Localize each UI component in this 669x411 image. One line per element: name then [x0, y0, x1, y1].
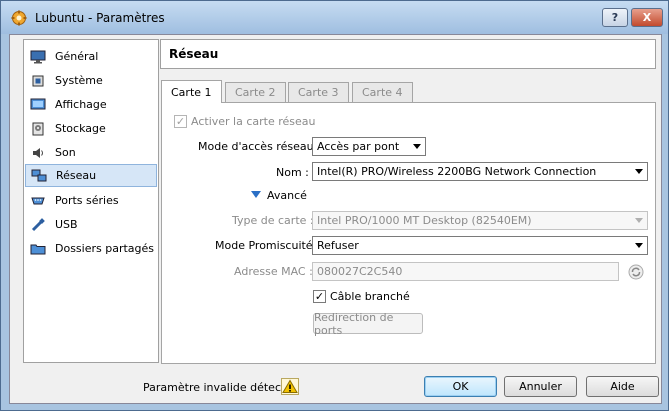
display-icon — [29, 97, 47, 113]
sidebar-item-audio[interactable]: Son — [25, 141, 157, 164]
access-mode-label: Mode d'accès réseau : — [198, 140, 321, 153]
sidebar-item-label: USB — [55, 218, 78, 231]
advanced-toggle[interactable]: Avancé — [267, 189, 307, 202]
sidebar-item-system[interactable]: Système — [25, 69, 157, 92]
sidebar-item-label: Son — [55, 146, 76, 159]
page-title: Réseau — [169, 47, 219, 61]
settings-window: Lubuntu - Paramètres ? X Général Système — [0, 0, 669, 411]
tab-carte-3[interactable]: Carte 3 — [288, 82, 349, 102]
usb-icon — [29, 217, 47, 233]
name-label: Nom : — [276, 166, 309, 179]
enable-adapter-checkbox[interactable]: ✓ — [174, 115, 187, 128]
sidebar-item-serial-ports[interactable]: Ports séries — [25, 189, 157, 212]
chevron-down-icon — [635, 218, 643, 223]
sidebar-item-usb[interactable]: USB — [25, 213, 157, 236]
expand-arrow-icon[interactable] — [251, 191, 261, 198]
access-mode-value: Accès par pont — [317, 140, 400, 153]
cable-connected-checkbox[interactable]: ✓ — [313, 290, 326, 303]
storage-icon — [29, 121, 47, 137]
mac-address-field[interactable]: 080027C2C540 — [312, 262, 619, 281]
refresh-mac-icon[interactable] — [628, 264, 644, 280]
enable-adapter-label: Activer la carte réseau — [191, 115, 316, 128]
serial-port-icon — [29, 193, 47, 209]
access-mode-select[interactable]: Accès par pont — [312, 137, 426, 156]
sidebar-item-label: Ports séries — [55, 194, 119, 207]
virtualbox-app-icon — [11, 10, 27, 26]
mac-address-label: Adresse MAC : — [234, 265, 313, 278]
chip-icon — [29, 73, 47, 89]
sidebar-item-general[interactable]: Général — [25, 45, 157, 68]
close-button[interactable]: X — [631, 8, 663, 27]
sidebar-item-label: Réseau — [56, 169, 97, 182]
settings-sidebar: Général Système Affichage Stockage Son R… — [23, 39, 159, 363]
tab-carte-2[interactable]: Carte 2 — [225, 82, 286, 102]
sidebar-item-label: Système — [55, 74, 103, 87]
sidebar-item-network[interactable]: Réseau — [25, 164, 157, 187]
help-button[interactable]: Aide — [586, 376, 659, 397]
help-title-button[interactable]: ? — [602, 8, 628, 27]
promiscuous-label: Mode Promiscuité : — [215, 239, 320, 252]
cancel-button[interactable]: Annuler — [504, 376, 577, 397]
dialog-client-area: Général Système Affichage Stockage Son R… — [9, 34, 662, 404]
monitor-icon — [29, 49, 47, 65]
chevron-down-icon — [413, 144, 421, 149]
sidebar-item-label: Général — [55, 50, 99, 63]
sidebar-item-shared-folders[interactable]: Dossiers partagés — [25, 237, 157, 260]
adapter-type-select[interactable]: Intel PRO/1000 MT Desktop (82540EM) — [312, 211, 648, 230]
network-tab-panel: ✓ Activer la carte réseau Mode d'accès r… — [161, 102, 656, 364]
window-title: Lubuntu - Paramètres — [35, 11, 165, 25]
title-bar[interactable]: Lubuntu - Paramètres ? X — [1, 1, 668, 34]
sidebar-item-label: Dossiers partagés — [55, 242, 155, 255]
folder-icon — [29, 241, 47, 257]
cable-connected-label: Câble branché — [330, 290, 410, 303]
adapter-name-select[interactable]: Intel(R) PRO/Wireless 2200BG Network Con… — [312, 162, 648, 181]
adapter-type-value: Intel PRO/1000 MT Desktop (82540EM) — [317, 214, 532, 227]
sidebar-item-label: Stockage — [55, 122, 106, 135]
speaker-icon — [29, 145, 47, 161]
chevron-down-icon — [635, 169, 643, 174]
warning-icon[interactable] — [281, 378, 299, 395]
tab-carte-1[interactable]: Carte 1 — [161, 80, 222, 103]
adapter-type-label: Type de carte : — [232, 214, 314, 227]
sidebar-item-display[interactable]: Affichage — [25, 93, 157, 116]
tab-carte-4[interactable]: Carte 4 — [352, 82, 413, 102]
chevron-down-icon — [635, 243, 643, 248]
port-forwarding-button[interactable]: Redirection de ports — [313, 311, 423, 337]
sidebar-item-label: Affichage — [55, 98, 107, 111]
adapter-name-value: Intel(R) PRO/Wireless 2200BG Network Con… — [317, 165, 597, 178]
ok-button[interactable]: OK — [424, 376, 497, 397]
promiscuous-value: Refuser — [317, 239, 359, 252]
network-icon — [30, 168, 48, 184]
page-header: Réseau — [160, 39, 656, 69]
promiscuous-select[interactable]: Refuser — [312, 236, 648, 255]
status-message: Paramètre invalide détecté — [143, 381, 293, 394]
sidebar-item-storage[interactable]: Stockage — [25, 117, 157, 140]
